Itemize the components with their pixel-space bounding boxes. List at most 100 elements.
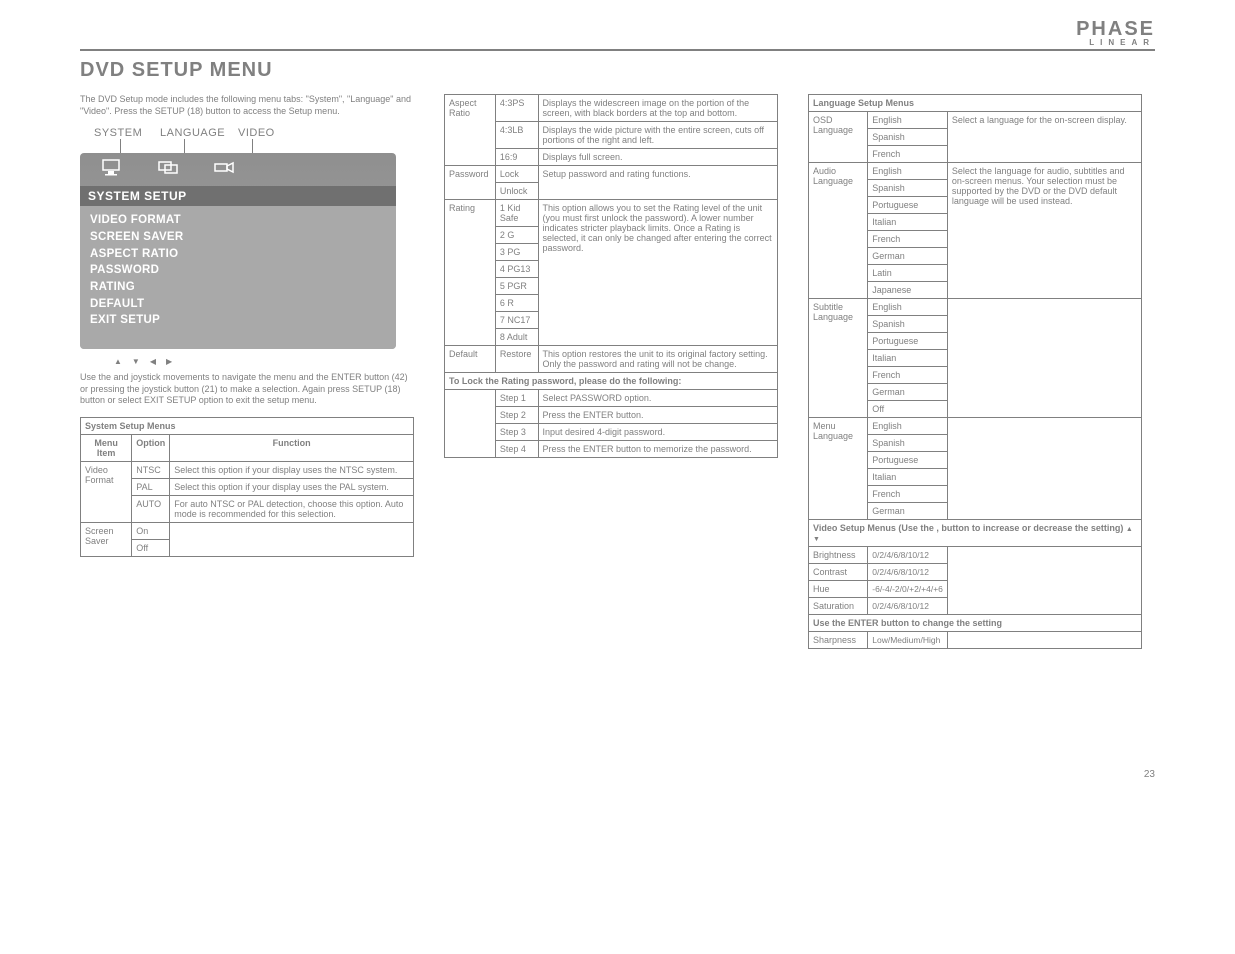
monitor-icon: [102, 159, 124, 180]
cell: Italian: [868, 350, 948, 367]
cell: 4:3LB: [495, 122, 538, 149]
cell: This option restores the unit to its ori…: [538, 346, 778, 373]
osd-item: ASPECT RATIO: [90, 246, 386, 263]
cell: Select this option if your display uses …: [170, 462, 414, 479]
cell: Spanish: [868, 129, 948, 146]
cell: 4:3PS: [495, 95, 538, 122]
cell: [445, 390, 496, 458]
cell: AUTO: [132, 496, 170, 523]
th-item: Menu Item: [81, 435, 132, 462]
intro-text: The DVD Setup mode includes the followin…: [80, 94, 414, 117]
cell: Setup password and rating functions.: [538, 166, 778, 200]
system-table-part1: System Setup Menus Menu Item Option Func…: [80, 417, 414, 557]
cell: Select a language for the on-screen disp…: [947, 112, 1141, 163]
cell: Step 4: [495, 441, 538, 458]
cell: Subtitle Language: [809, 299, 868, 418]
cell: English: [868, 418, 948, 435]
cell: English: [868, 163, 948, 180]
cell: Select the language for audio, subtitles…: [947, 163, 1141, 299]
logo-top: PHASE: [1076, 20, 1155, 38]
left-arrow-icon: ◀: [150, 357, 156, 366]
up-arrow-icon: ▲: [1126, 526, 1133, 533]
cell: Displays the wide picture with the entir…: [538, 122, 778, 149]
cell: Audio Language: [809, 163, 868, 299]
cell: Restore: [495, 346, 538, 373]
cell: 8 Adult: [495, 329, 538, 346]
cell: Japanese: [868, 282, 948, 299]
cell: 6 R: [495, 295, 538, 312]
cell: [170, 523, 414, 557]
osd-screenshot: SYSTEM SETUP VIDEO FORMAT SCREEN SAVER A…: [80, 153, 396, 349]
cell: [947, 632, 1141, 649]
th-function: Function: [170, 435, 414, 462]
brand-logo: PHASE LINEAR: [1076, 20, 1155, 47]
cell: Spanish: [868, 435, 948, 452]
cell: Brightness: [809, 547, 868, 564]
cell: 7 NC17: [495, 312, 538, 329]
cell: This option allows you to set the Rating…: [538, 200, 778, 346]
down-arrow-icon: ▼: [813, 536, 820, 543]
cell: French: [868, 486, 948, 503]
cell: French: [868, 367, 948, 384]
cell: Displays full screen.: [538, 149, 778, 166]
cell: On: [132, 523, 170, 540]
cell: Press the ENTER button.: [538, 407, 778, 424]
osd-item: DEFAULT: [90, 296, 386, 313]
cell: Italian: [868, 469, 948, 486]
sharp-section-header: Use the ENTER button to change the setti…: [809, 615, 1142, 632]
cell: Default: [445, 346, 496, 373]
osd-item: RATING: [90, 279, 386, 296]
system-section-header: System Setup Menus: [81, 418, 414, 435]
instr-text: Use the and joystick movements to naviga…: [80, 372, 414, 407]
cell: Menu Language: [809, 418, 868, 520]
cell: Sharpness: [809, 632, 868, 649]
cell: Rating: [445, 200, 496, 346]
cell: German: [868, 248, 948, 265]
cell: Video Format: [81, 462, 132, 523]
down-arrow-icon: ▼: [132, 357, 140, 366]
label-system: SYSTEM: [94, 127, 154, 139]
cell: Italian: [868, 214, 948, 231]
cell: OSD Language: [809, 112, 868, 163]
cell: -6/-4/-2/0/+2/+4/+6: [868, 581, 948, 598]
cell: 0/2/4/6/8/10/12: [868, 598, 948, 615]
language-icon: [158, 159, 180, 180]
cell: [947, 418, 1141, 520]
cell: 0/2/4/6/8/10/12: [868, 547, 948, 564]
cell: Off: [132, 540, 170, 557]
cell: Press the ENTER button to memorize the p…: [538, 441, 778, 458]
cell: English: [868, 112, 948, 129]
camera-icon: [214, 159, 236, 180]
language-video-table: Language Setup Menus OSD LanguageEnglish…: [808, 94, 1142, 649]
cell: Saturation: [809, 598, 868, 615]
cell: 5 PGR: [495, 278, 538, 295]
lang-section-header: Language Setup Menus: [809, 95, 1142, 112]
label-language: LANGUAGE: [160, 127, 232, 139]
cell: Portuguese: [868, 452, 948, 469]
cell: PAL: [132, 479, 170, 496]
cell: Spanish: [868, 316, 948, 333]
osd-item: EXIT SETUP: [90, 312, 386, 329]
cell: Contrast: [809, 564, 868, 581]
cell: 16:9: [495, 149, 538, 166]
video-section-header: Video Setup Menus (Use the , button to i…: [809, 520, 1142, 547]
cell: Portuguese: [868, 333, 948, 350]
osd-title: SYSTEM SETUP: [80, 186, 396, 206]
system-table-part2: Aspect Ratio4:3PSDisplays the widescreen…: [444, 94, 778, 458]
pass-section-header: To Lock the Rating password, please do t…: [445, 373, 778, 390]
th-option: Option: [132, 435, 170, 462]
cell: 1 Kid Safe: [495, 200, 538, 227]
cell: Portuguese: [868, 197, 948, 214]
cell: [947, 547, 1141, 615]
right-arrow-icon: ▶: [166, 357, 172, 366]
cell: French: [868, 231, 948, 248]
cell: [947, 299, 1141, 418]
cell: Hue: [809, 581, 868, 598]
cell: 2 G: [495, 227, 538, 244]
osd-item: VIDEO FORMAT: [90, 212, 386, 229]
cell: For auto NTSC or PAL detection, choose t…: [170, 496, 414, 523]
cell: 3 PG: [495, 244, 538, 261]
cell: Low/Medium/High: [868, 632, 948, 649]
cell: Aspect Ratio: [445, 95, 496, 166]
cell: Select this option if your display uses …: [170, 479, 414, 496]
